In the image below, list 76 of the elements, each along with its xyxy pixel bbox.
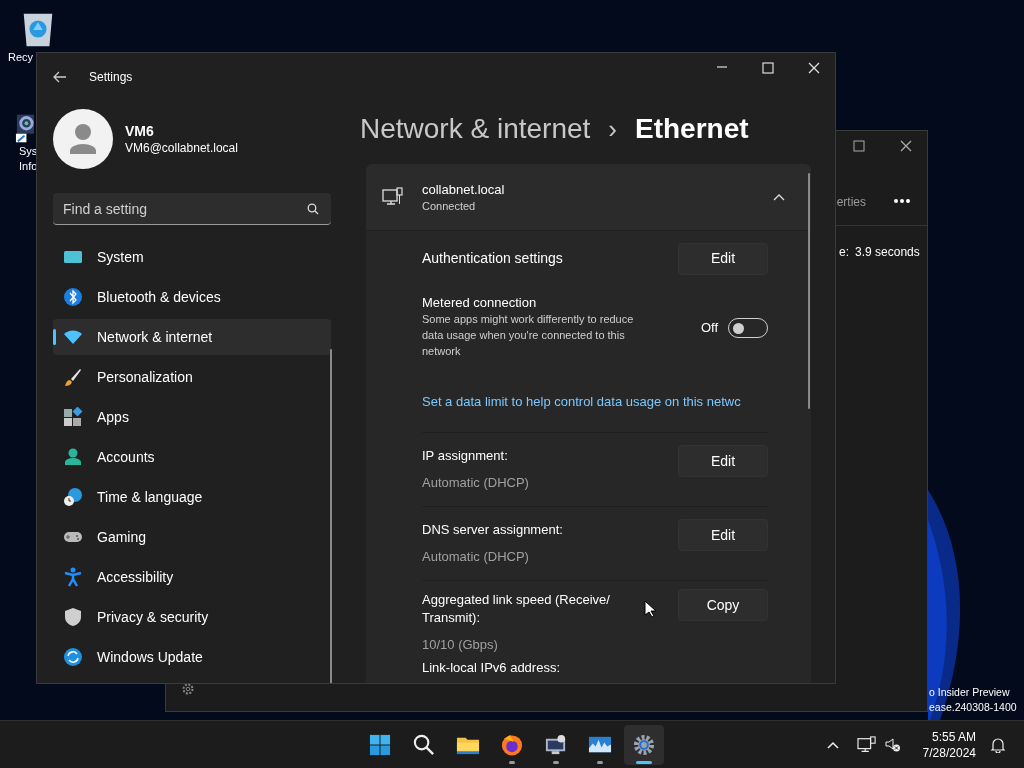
setting-label: DNS server assignment: xyxy=(422,521,564,539)
nav-item[interactable]: Time & language xyxy=(53,479,331,515)
desktop-icon-label[interactable]: Recy xyxy=(8,50,34,65)
back-arrow-icon[interactable] xyxy=(53,71,67,83)
tab-label[interactable]: erties xyxy=(836,193,866,211)
notification-bell-icon[interactable] xyxy=(990,737,1006,753)
scrollbar-thumb[interactable] xyxy=(330,349,332,683)
data-limit-link[interactable]: Set a data limit to help control data usage on this netwc xyxy=(422,391,768,412)
gear-shortcut-icon[interactable] xyxy=(15,112,35,144)
build-info-text: o Insider Preview xyxy=(929,685,1010,700)
settings-icon xyxy=(632,732,656,757)
maximize-icon[interactable] xyxy=(853,140,865,152)
nav-item[interactable]: Privacy & security xyxy=(53,599,331,635)
speaker-muted-icon[interactable] xyxy=(884,737,901,753)
detail-value: 3.9 seconds xyxy=(855,244,920,261)
action-button[interactable]: Edit xyxy=(678,519,768,551)
breadcrumb-link[interactable]: Network & internet xyxy=(360,108,591,150)
action-button[interactable]: Edit xyxy=(678,242,768,275)
connection-status: Connected xyxy=(422,198,477,214)
nav-item[interactable]: Windows Update xyxy=(53,639,331,675)
close-icon[interactable] xyxy=(900,140,912,152)
search-icon xyxy=(412,732,436,757)
clock[interactable]: 5:55 AM 7/28/2024 xyxy=(922,729,976,761)
setting-label: Authentication settings xyxy=(422,249,564,268)
connection-name: collabnet.local xyxy=(422,180,506,198)
apps-grid-icon xyxy=(63,407,83,427)
person-icon xyxy=(63,447,83,467)
gear-icon[interactable] xyxy=(181,682,195,696)
update-icon xyxy=(63,647,83,667)
setting-label: IP assignment: xyxy=(422,447,509,465)
shield-icon xyxy=(63,607,83,627)
firefox-icon xyxy=(500,732,524,757)
setting-label: Aggregated link speed (Receive/ Transmit): xyxy=(422,591,611,627)
nav-item[interactable]: Personalization xyxy=(53,359,331,395)
avatar-icon xyxy=(53,109,113,169)
chevron-up-icon[interactable] xyxy=(826,741,839,749)
setting-value: Automatic (DHCP) xyxy=(422,548,530,566)
window-title: Settings xyxy=(89,69,133,86)
search-icon[interactable] xyxy=(307,203,319,215)
more-icon[interactable] xyxy=(893,198,911,204)
setting-value: Automatic (DHCP) xyxy=(422,474,530,492)
computer-network-icon xyxy=(544,732,568,757)
setting-label: Metered connection xyxy=(422,295,538,311)
setting-label: Link-local IPv6 address: xyxy=(422,659,561,677)
bluetooth-icon xyxy=(63,287,83,307)
mouse-cursor-icon xyxy=(644,600,656,618)
setting-value: 10/10 (Gbps) xyxy=(422,636,499,654)
nav-item[interactable]: Gaming xyxy=(53,519,331,555)
search-field[interactable]: Find a setting xyxy=(53,193,331,225)
selection-indicator xyxy=(53,329,56,345)
breadcrumb-separator: › xyxy=(608,112,617,146)
action-button[interactable]: Copy xyxy=(678,589,768,621)
toggle-state-label: Off xyxy=(700,319,718,338)
ethernet-monitor-icon[interactable] xyxy=(856,736,877,754)
page-title: Ethernet xyxy=(635,112,749,146)
detail-label: e: xyxy=(839,244,849,261)
user-name: VM6 xyxy=(125,122,155,140)
nav-item[interactable]: Bluetooth & devices xyxy=(53,279,331,315)
nav-item[interactable]: System xyxy=(53,239,331,275)
nav-item[interactable]: Accessibility xyxy=(53,559,331,595)
taskbar-app[interactable] xyxy=(624,724,664,765)
desktop-icon-label[interactable]: Sys xyxy=(19,144,38,159)
globe-clock-icon xyxy=(63,487,83,507)
scrollbar-thumb[interactable] xyxy=(808,173,810,409)
nav-item[interactable]: Apps xyxy=(53,399,331,435)
setting-description: Some apps might work differently to reduce data usage when you're connected to this network xyxy=(422,312,635,359)
nav-item[interactable]: Network & internet xyxy=(53,319,331,355)
ethernet-monitor-icon xyxy=(382,187,404,207)
connection-header[interactable]: collabnet.local Connected xyxy=(366,164,811,230)
paintbrush-icon xyxy=(63,367,83,387)
start-icon xyxy=(368,732,392,757)
user-email: VM6@collabnet.local xyxy=(125,140,238,156)
nav-item[interactable]: Accounts xyxy=(53,439,331,475)
action-button[interactable]: Edit xyxy=(678,445,768,477)
chevron-up-icon[interactable] xyxy=(773,193,785,201)
accessibility-icon xyxy=(63,567,83,587)
